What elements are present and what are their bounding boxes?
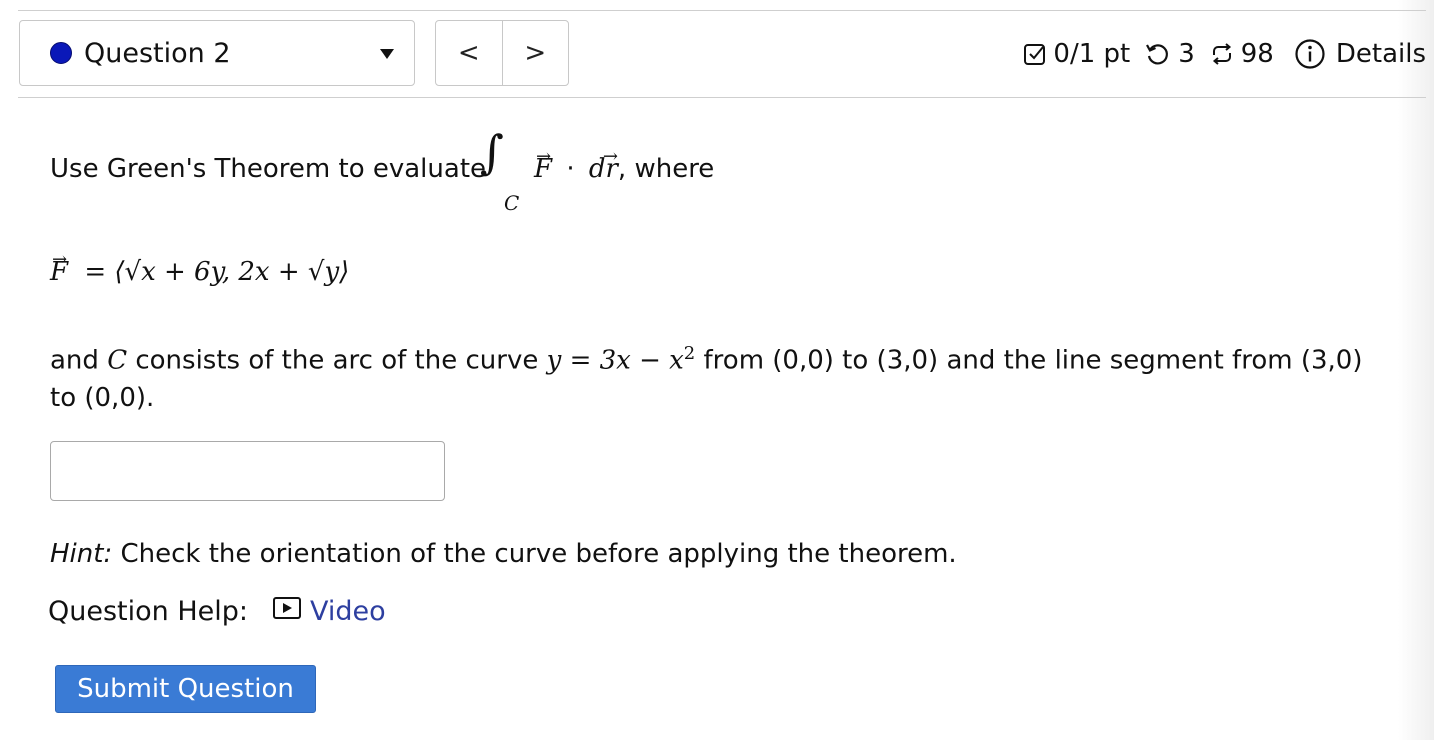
field-lhs: → F bbox=[50, 249, 68, 291]
vector-dr: → dr bbox=[589, 146, 618, 188]
curve-exponent: 2 bbox=[683, 343, 696, 364]
intro-text: Use Green's Theorem to evaluate bbox=[50, 154, 487, 184]
header-divider bbox=[18, 97, 1426, 98]
vector-arrow-icon: → bbox=[536, 146, 552, 167]
curve-equation: y = 3x − x bbox=[546, 345, 684, 376]
next-question-button[interactable]: > bbox=[501, 21, 569, 85]
chevron-right-icon: > bbox=[524, 38, 547, 68]
checkbox-icon bbox=[1023, 42, 1047, 66]
curve-text-mid: consists of the arc of the curve bbox=[135, 345, 539, 376]
integral-symbol: ∫ bbox=[480, 125, 504, 179]
info-icon[interactable] bbox=[1294, 38, 1326, 70]
question-status-bar: 0/1 pt 3 98 Details bbox=[1023, 38, 1426, 70]
vector-F: → F bbox=[534, 146, 552, 188]
previous-question-button[interactable]: < bbox=[436, 21, 502, 85]
dot-operator: · bbox=[566, 154, 575, 184]
question-status-dot bbox=[50, 42, 72, 64]
answer-input[interactable] bbox=[50, 441, 445, 501]
vector-arrow-icon: → bbox=[52, 249, 68, 270]
hint: Hint: Check the orientation of the curve… bbox=[50, 536, 957, 573]
curve-description: and C consists of the arc of the curve y… bbox=[50, 335, 1410, 417]
submit-label: Submit Question bbox=[77, 674, 294, 704]
vector-arrow-icon: → bbox=[602, 146, 618, 167]
hint-text: Check the orientation of the curve befor… bbox=[120, 539, 957, 569]
submissions-text: 98 bbox=[1240, 39, 1274, 69]
curve-text-line2: to (0,0). bbox=[50, 382, 155, 413]
field-definition: → F = ⟨√x + 6y, 2x + √y⟩ bbox=[50, 249, 350, 291]
curve-text-start: and bbox=[50, 345, 99, 376]
help-label: Question Help: bbox=[48, 596, 248, 627]
chevron-left-icon: < bbox=[457, 38, 480, 68]
submit-question-button[interactable]: Submit Question bbox=[55, 665, 316, 713]
intro-suffix: , where bbox=[617, 154, 715, 184]
retry-icon bbox=[1144, 41, 1170, 67]
question-nav: < > bbox=[435, 20, 569, 86]
top-divider bbox=[18, 10, 1426, 11]
field-rhs: = ⟨√x + 6y, 2x + √y⟩ bbox=[84, 257, 350, 287]
hint-label: Hint: bbox=[50, 539, 113, 569]
video-link[interactable]: Video bbox=[272, 596, 386, 627]
curve-symbol: C bbox=[107, 345, 128, 376]
score-text: 0/1 pt bbox=[1053, 39, 1131, 69]
attempts-text: 3 bbox=[1178, 39, 1195, 69]
integrand: → F · → dr , where bbox=[534, 146, 715, 188]
question-help: Question Help: Video bbox=[48, 596, 386, 627]
play-video-icon bbox=[272, 596, 302, 627]
submissions-icon bbox=[1209, 41, 1235, 67]
question-selector[interactable]: Question 2 bbox=[19, 20, 415, 86]
video-label: Video bbox=[310, 596, 386, 627]
integral-subscript: C bbox=[504, 191, 520, 215]
question-label: Question 2 bbox=[84, 37, 231, 69]
details-link[interactable]: Details bbox=[1336, 39, 1426, 69]
dropdown-caret-icon bbox=[380, 49, 394, 59]
curve-text-end: from (0,0) to (3,0) and the line segment… bbox=[703, 345, 1363, 376]
